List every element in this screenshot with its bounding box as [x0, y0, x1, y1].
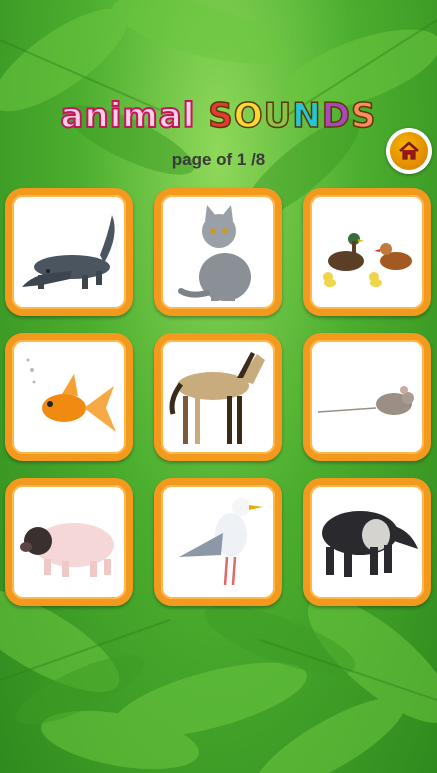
- title-letter: S: [207, 95, 234, 137]
- mouse-image: [317, 386, 414, 415]
- animal-card-pig[interactable]: [5, 478, 133, 606]
- animal-card-goldfish[interactable]: [5, 333, 133, 461]
- pig-image: [20, 523, 114, 577]
- title-letter: O: [233, 95, 264, 137]
- cat-image: [178, 205, 251, 301]
- home-icon: [399, 141, 419, 160]
- animal-card-cat[interactable]: [154, 188, 282, 316]
- animal-card-tapir[interactable]: [303, 478, 431, 606]
- title-letter: U: [263, 95, 293, 137]
- animal-card-horse[interactable]: [154, 333, 282, 461]
- title-letter: N: [291, 95, 322, 137]
- home-button-face[interactable]: [390, 132, 428, 170]
- ducks-image: [323, 233, 412, 287]
- horse-image: [169, 352, 265, 444]
- seagull-image: [179, 498, 263, 586]
- animal-card-seagull[interactable]: [154, 478, 282, 606]
- animal-card-mouse[interactable]: [303, 333, 431, 461]
- home-button[interactable]: [386, 128, 432, 174]
- app-title: animal SOUNDS: [0, 95, 437, 137]
- tapir-image: [322, 511, 418, 577]
- animal-card-ducks[interactable]: [303, 188, 431, 316]
- page-indicator: page of 1 /8: [171, 150, 266, 169]
- title-word-animal: animal: [60, 95, 196, 137]
- alligator-image: [22, 215, 115, 289]
- goldfish-image: [26, 358, 116, 432]
- title-word-sounds: SOUNDS: [207, 95, 377, 137]
- animal-card-alligator[interactable]: [5, 188, 133, 316]
- title-letter: D: [321, 95, 351, 137]
- title-letter: S: [350, 95, 377, 137]
